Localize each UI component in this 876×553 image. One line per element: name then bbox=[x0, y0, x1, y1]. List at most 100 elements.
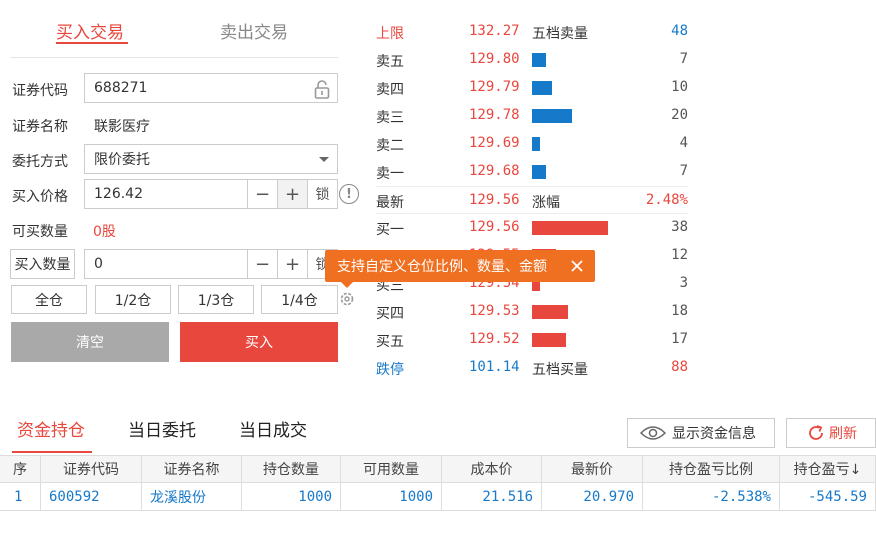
col-pl-cell: -545.59 bbox=[780, 483, 876, 510]
code-label: 证券代码 bbox=[12, 83, 68, 99]
qty-plus-button[interactable]: + bbox=[277, 250, 307, 278]
portion-full-button[interactable]: 全仓 bbox=[11, 285, 87, 314]
portion-quarter-button[interactable]: 1/4仓 bbox=[261, 285, 338, 314]
ask-volume-bar bbox=[532, 53, 546, 67]
quote-latest-price: 129.56 bbox=[469, 192, 520, 208]
quote-latest-label: 最新 bbox=[376, 195, 404, 211]
refresh-icon bbox=[807, 424, 825, 442]
col-name-header[interactable]: 证券名称 bbox=[142, 456, 242, 482]
hint-tooltip-arrow bbox=[341, 282, 353, 288]
ask-level-volume: 4 bbox=[679, 135, 688, 151]
quote-latest-row: 最新 129.56 涨幅 2.48% bbox=[376, 186, 688, 214]
ask-level-price: 129.69 bbox=[469, 135, 520, 151]
col-latest-header[interactable]: 最新价 bbox=[542, 456, 643, 482]
col-avail-qty-cell: 1000 bbox=[341, 483, 442, 510]
table-row[interactable]: 1 600592 龙溪股份 1000 1000 21.516 20.970 -2.538% -5… bbox=[0, 483, 876, 511]
mode-label: 委托方式 bbox=[12, 154, 68, 170]
bid-level-volume: 3 bbox=[679, 275, 688, 291]
bid-level-row[interactable]: 买一 129.56 38 bbox=[376, 214, 688, 242]
ask-level-row[interactable]: 卖三 129.78 20 bbox=[376, 102, 688, 130]
qty-label-button[interactable]: 买入数量 bbox=[10, 249, 75, 279]
price-minus-button[interactable]: − bbox=[247, 180, 277, 208]
show-funds-label: 显示资金信息 bbox=[672, 426, 756, 442]
qty-value: 0 bbox=[94, 256, 103, 272]
tab-positions[interactable]: 资金持仓 bbox=[17, 416, 85, 441]
ask-level-label: 卖四 bbox=[376, 82, 404, 98]
quote-lower-label: 跌停 bbox=[376, 362, 404, 378]
portion-half-button[interactable]: 1/2仓 bbox=[95, 285, 171, 314]
positions-tab-underline bbox=[12, 451, 92, 453]
quote-bid-total-label: 五档买量 bbox=[532, 362, 588, 378]
bid-level-label: 买一 bbox=[376, 222, 404, 238]
col-pl-ratio-header[interactable]: 持仓盈亏比例 bbox=[643, 456, 780, 482]
quote-ask-total-label: 五档卖量 bbox=[532, 26, 588, 42]
bid-level-price: 129.53 bbox=[469, 303, 520, 319]
ask-level-row[interactable]: 卖一 129.68 7 bbox=[376, 158, 688, 186]
price-plus-button[interactable]: + bbox=[277, 180, 307, 208]
tab-sell[interactable]: 卖出交易 bbox=[220, 18, 288, 43]
gear-icon[interactable] bbox=[339, 291, 355, 307]
price-label: 买入价格 bbox=[12, 189, 68, 205]
bid-level-price: 129.56 bbox=[469, 219, 520, 235]
ask-level-volume: 10 bbox=[671, 79, 688, 95]
bid-level-price: 129.52 bbox=[469, 331, 520, 347]
info-icon[interactable]: ! bbox=[339, 184, 359, 204]
portion-third-button[interactable]: 1/3仓 bbox=[178, 285, 254, 314]
refresh-button[interactable]: 刷新 bbox=[786, 418, 876, 448]
qty-stepper[interactable]: 0 − + 锁 bbox=[84, 249, 338, 279]
hint-tooltip-text: 支持自定义仓位比例、数量、金额 bbox=[337, 259, 547, 275]
buy-button[interactable]: 买入 bbox=[180, 322, 338, 362]
quote-bid-total-value: 88 bbox=[671, 359, 688, 375]
col-avail-qty-header[interactable]: 可用数量 bbox=[341, 456, 442, 482]
col-code-header[interactable]: 证券代码 bbox=[41, 456, 142, 482]
tab-today-orders[interactable]: 当日委托 bbox=[128, 416, 196, 441]
tab-buy[interactable]: 买入交易 bbox=[56, 18, 124, 43]
mode-value: 限价委托 bbox=[94, 152, 150, 168]
positions-table-header: 序证券代码 证券名称 持仓数量 可用数量 成本价 最新价 持仓盈亏比例 持仓盈亏↓ bbox=[0, 455, 876, 483]
bid-volume-bar bbox=[532, 305, 568, 319]
clear-button[interactable]: 清空 bbox=[11, 322, 169, 362]
price-value: 126.42 bbox=[94, 186, 143, 202]
ask-level-row[interactable]: 卖二 129.69 4 bbox=[376, 130, 688, 158]
mode-select[interactable]: 限价委托 bbox=[84, 144, 338, 174]
quote-upper-price: 132.27 bbox=[469, 23, 520, 39]
ask-level-label: 卖三 bbox=[376, 110, 404, 126]
quote-change-label: 涨幅 bbox=[532, 195, 560, 211]
close-icon[interactable] bbox=[569, 258, 585, 274]
bid-volume-bar bbox=[532, 333, 566, 347]
ask-level-row[interactable]: 卖五 129.80 7 bbox=[376, 46, 688, 74]
quote-change-value: 2.48% bbox=[645, 192, 688, 208]
col-cost-header[interactable]: 成本价 bbox=[442, 456, 542, 482]
bid-level-volume: 12 bbox=[671, 247, 688, 263]
col-name-cell: 龙溪股份 bbox=[142, 483, 242, 510]
bid-level-row[interactable]: 买四 129.53 18 bbox=[376, 298, 688, 326]
ask-level-price: 129.78 bbox=[469, 107, 520, 123]
show-funds-button[interactable]: 显示资金信息 bbox=[627, 418, 775, 448]
bid-level-row[interactable]: 买五 129.52 17 bbox=[376, 326, 688, 354]
code-value: 688271 bbox=[94, 80, 148, 96]
tab-divider bbox=[10, 57, 338, 58]
ask-level-label: 卖一 bbox=[376, 166, 404, 182]
ask-level-price: 129.80 bbox=[469, 51, 520, 67]
col-index-header[interactable]: 序 bbox=[0, 456, 41, 482]
ask-level-price: 129.79 bbox=[469, 79, 520, 95]
tab-today-trades[interactable]: 当日成交 bbox=[239, 416, 307, 441]
bid-level-label: 买四 bbox=[376, 306, 404, 322]
ask-level-label: 卖五 bbox=[376, 54, 404, 70]
code-input[interactable]: 688271 bbox=[84, 73, 338, 103]
bid-level-label: 买五 bbox=[376, 334, 404, 350]
col-pl-ratio-cell: -2.538% bbox=[643, 483, 780, 510]
quote-ask-total-value: 48 bbox=[671, 23, 688, 39]
qty-minus-button[interactable]: − bbox=[247, 250, 277, 278]
col-hold-qty-cell: 1000 bbox=[242, 483, 341, 510]
ask-volume-bar bbox=[532, 81, 552, 95]
price-lock-button[interactable]: 锁 bbox=[307, 180, 337, 208]
col-index-cell: 1 bbox=[0, 483, 41, 510]
refresh-label: 刷新 bbox=[829, 426, 857, 442]
price-stepper[interactable]: 126.42 − + 锁 bbox=[84, 179, 338, 209]
ask-level-row[interactable]: 卖四 129.79 10 bbox=[376, 74, 688, 102]
lock-open-icon[interactable] bbox=[313, 79, 331, 99]
col-hold-qty-header[interactable]: 持仓数量 bbox=[242, 456, 341, 482]
available-label: 可买数量 bbox=[12, 224, 68, 240]
col-pl-header[interactable]: 持仓盈亏↓ bbox=[780, 456, 876, 482]
